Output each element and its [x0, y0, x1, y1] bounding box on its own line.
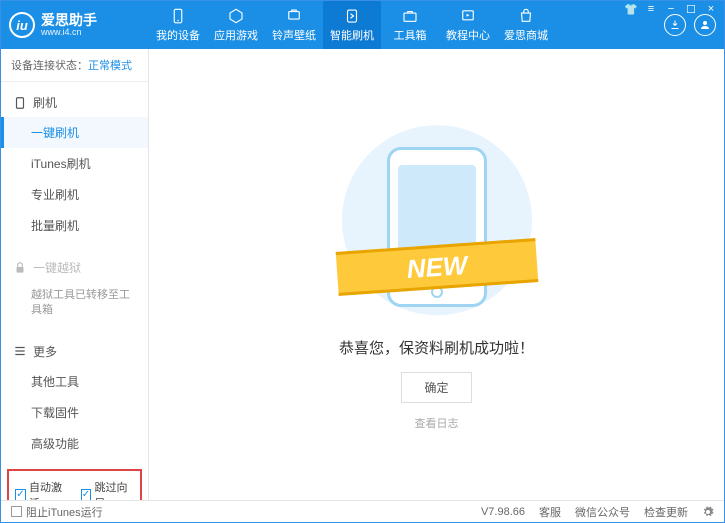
- skin-button[interactable]: 👕: [623, 2, 639, 16]
- section-flash-header[interactable]: 刷机: [1, 88, 148, 117]
- download-button[interactable]: [664, 14, 686, 36]
- checkbox-skip-guide[interactable]: ✓跳过向导: [81, 479, 135, 500]
- nav-label: 爱思商城: [504, 27, 548, 43]
- tutorial-icon: [459, 7, 477, 25]
- check-update-link[interactable]: 检查更新: [644, 504, 688, 520]
- logo-icon: iu: [9, 12, 35, 38]
- flash-icon: [343, 7, 361, 25]
- header: iu 爱思助手 www.i4.cn 我的设备应用游戏铃声壁纸智能刷机 工具箱 教程中…: [1, 1, 724, 49]
- checkbox-auto-activate[interactable]: ✓自动激活: [15, 479, 69, 500]
- brand-name: 爱思助手: [41, 13, 97, 27]
- nav-flash[interactable]: 智能刷机: [323, 1, 381, 49]
- nav-apps[interactable]: 应用游戏: [207, 1, 265, 49]
- brand-url: www.i4.cn: [41, 27, 97, 38]
- jailbreak-note: 越狱工具已转移至工具箱: [1, 282, 148, 325]
- maximize-button[interactable]: ☐: [683, 2, 699, 16]
- sidebar-item-flash-1[interactable]: iTunes刷机: [1, 148, 148, 179]
- apps-icon: [227, 7, 245, 25]
- section-jailbreak-title: 一键越狱: [33, 259, 81, 276]
- nav-label: 应用游戏: [214, 27, 258, 43]
- nav-label: 智能刷机: [330, 27, 374, 43]
- nav-phone[interactable]: 我的设备: [149, 1, 207, 49]
- nav-label: 铃声壁纸: [272, 27, 316, 43]
- ok-button[interactable]: 确定: [401, 372, 471, 403]
- nav-label: 工具箱: [394, 27, 427, 43]
- nav-shop[interactable]: 爱思商城: [497, 1, 555, 49]
- section-jailbreak-header: 一键越狱: [1, 253, 148, 282]
- status-mode: 正常模式: [88, 60, 132, 72]
- success-message: 恭喜您，保资料刷机成功啦！: [339, 337, 534, 358]
- section-flash-title: 刷机: [33, 94, 57, 111]
- illustration: NEW: [357, 129, 517, 319]
- footer: 阻止iTunes运行 V7.98.66 客服 微信公众号 检查更新: [1, 500, 724, 522]
- block-itunes-checkbox[interactable]: 阻止iTunes运行: [11, 504, 103, 520]
- sidebar-item-flash-2[interactable]: 专业刷机: [1, 179, 148, 210]
- toolbox-icon: [401, 7, 419, 25]
- sidebar-item-more-0[interactable]: 其他工具: [1, 366, 148, 397]
- lock-icon: [13, 261, 27, 275]
- wechat-link[interactable]: 微信公众号: [575, 504, 630, 520]
- nav-toolbox[interactable]: 工具箱: [381, 1, 439, 49]
- status-label: 设备连接状态：: [11, 60, 88, 72]
- main-content: NEW 恭喜您，保资料刷机成功啦！ 确定 查看日志: [149, 49, 724, 500]
- nav-tutorial[interactable]: 教程中心: [439, 1, 497, 49]
- shop-icon: [517, 7, 535, 25]
- sidebar: 设备连接状态：正常模式 刷机 一键刷机iTunes刷机专业刷机批量刷机 一键越狱…: [1, 49, 149, 500]
- nav-ringtone[interactable]: 铃声壁纸: [265, 1, 323, 49]
- close-button[interactable]: ×: [703, 2, 719, 16]
- checkbox-highlight-box: ✓自动激活 ✓跳过向导: [7, 469, 142, 500]
- nav-label: 教程中心: [446, 27, 490, 43]
- checkbox-skip-guide-label: 跳过向导: [94, 479, 134, 500]
- phone-icon: [169, 7, 187, 25]
- logo-area: iu 爱思助手 www.i4.cn: [9, 12, 149, 38]
- block-itunes-label: 阻止iTunes运行: [26, 504, 103, 520]
- minimize-button[interactable]: −: [663, 2, 679, 16]
- more-icon: [13, 344, 27, 358]
- flash-icon: [13, 96, 27, 110]
- connection-status: 设备连接状态：正常模式: [1, 49, 148, 82]
- customer-service-link[interactable]: 客服: [539, 504, 561, 520]
- sidebar-item-more-2[interactable]: 高级功能: [1, 428, 148, 459]
- user-button[interactable]: [694, 14, 716, 36]
- section-more-title: 更多: [33, 343, 57, 360]
- nav: 我的设备应用游戏铃声壁纸智能刷机 工具箱 教程中心爱思商城: [149, 1, 555, 49]
- new-banner: NEW: [335, 238, 538, 296]
- gear-icon[interactable]: [702, 506, 714, 518]
- section-more-header[interactable]: 更多: [1, 337, 148, 366]
- view-log-link[interactable]: 查看日志: [415, 415, 459, 431]
- ringtone-icon: [285, 7, 303, 25]
- sidebar-item-flash-3[interactable]: 批量刷机: [1, 210, 148, 241]
- menu-button[interactable]: ≡: [643, 2, 659, 16]
- nav-label: 我的设备: [156, 27, 200, 43]
- checkbox-auto-activate-label: 自动激活: [29, 479, 69, 500]
- sidebar-item-more-1[interactable]: 下载固件: [1, 397, 148, 428]
- version-label: V7.98.66: [481, 506, 525, 518]
- sidebar-item-flash-0[interactable]: 一键刷机: [1, 117, 148, 148]
